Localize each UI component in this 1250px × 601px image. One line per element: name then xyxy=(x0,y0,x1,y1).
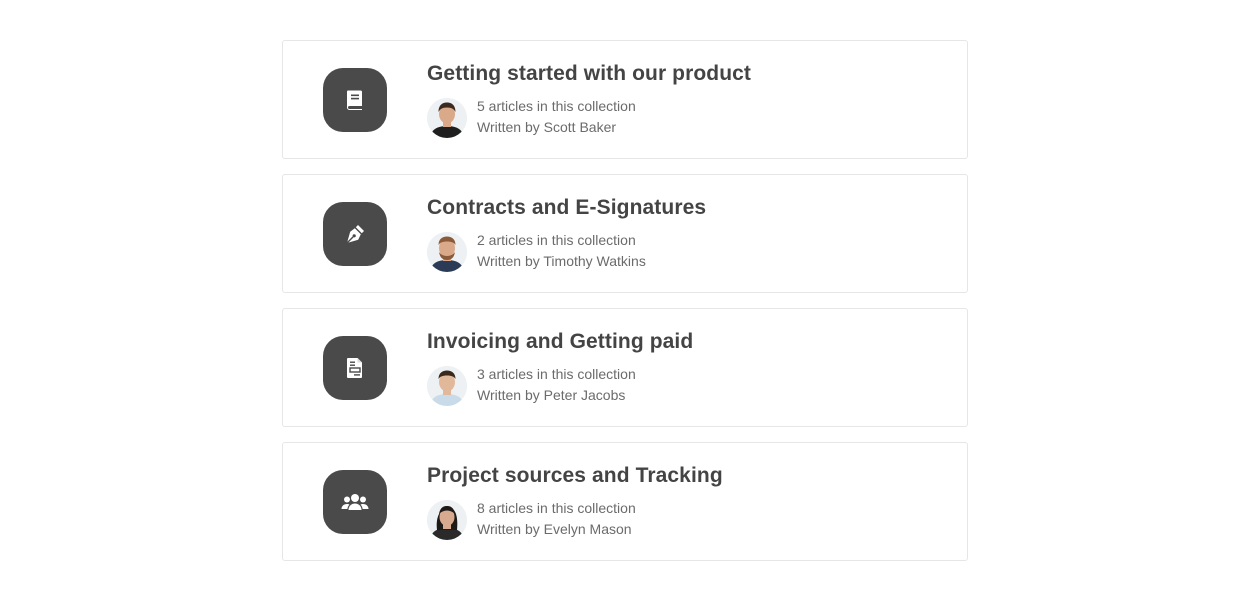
articles-count: 8 articles in this collection xyxy=(477,500,636,516)
book-icon xyxy=(347,90,362,110)
author-line: Written by Timothy Watkins xyxy=(477,253,646,269)
collection-icon-box xyxy=(323,336,387,400)
collection-card[interactable]: Invoicing and Getting paid 3 articles in… xyxy=(282,308,968,427)
invoice-icon xyxy=(347,358,362,378)
author-line: Written by Peter Jacobs xyxy=(477,387,626,403)
author-avatar xyxy=(427,500,467,540)
users-icon xyxy=(341,494,369,510)
collection-icon-box xyxy=(323,202,387,266)
articles-count: 2 articles in this collection xyxy=(477,232,636,248)
articles-count: 5 articles in this collection xyxy=(477,98,636,114)
collection-title[interactable]: Contracts and E-Signatures xyxy=(427,195,947,221)
collection-title[interactable]: Invoicing and Getting paid xyxy=(427,329,947,355)
author-avatar xyxy=(427,98,467,138)
collection-card[interactable]: Project sources and Tracking 8 articles … xyxy=(282,442,968,561)
collection-icon-box xyxy=(323,470,387,534)
collection-icon-box xyxy=(323,68,387,132)
author-line: Written by Scott Baker xyxy=(477,119,617,135)
collection-title[interactable]: Getting started with our product xyxy=(427,61,947,87)
pen-nib-icon xyxy=(346,225,364,244)
collection-title[interactable]: Project sources and Tracking xyxy=(427,463,947,489)
articles-count: 3 articles in this collection xyxy=(477,366,636,382)
collections-list: Getting started with our product 5 artic… xyxy=(282,40,968,576)
author-avatar xyxy=(427,366,467,406)
collection-card[interactable]: Getting started with our product 5 artic… xyxy=(282,40,968,159)
collection-card[interactable]: Contracts and E-Signatures 2 articles in… xyxy=(282,174,968,293)
author-line: Written by Evelyn Mason xyxy=(477,521,632,537)
author-avatar xyxy=(427,232,467,272)
